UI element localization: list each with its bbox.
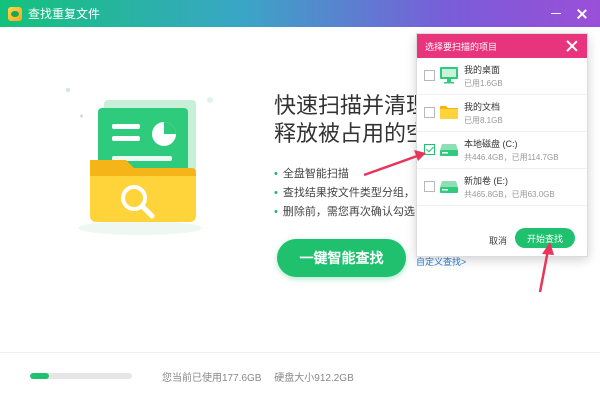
scan-item-drive-c[interactable]: 本地磁盘 (C:) 共446.4GB，已用114.7GB	[417, 132, 587, 169]
close-button[interactable]	[570, 0, 594, 27]
checkbox[interactable]	[424, 181, 435, 192]
feature-list: 全盘智能扫描 查找结果按文件类型分组， 删除前，需您再次确认勾选	[274, 165, 415, 222]
scan-item-documents[interactable]: 我的文档 已用8.1GB	[417, 95, 587, 132]
item-name: 本地磁盘 (C:)	[464, 139, 518, 149]
dialog-footer: 取消 开始查找	[417, 224, 587, 256]
start-scan-button[interactable]: 开始查找	[515, 228, 575, 248]
feature-item: 删除前，需您再次确认勾选	[274, 203, 415, 222]
checkbox[interactable]	[424, 107, 435, 118]
minimize-icon	[551, 13, 561, 14]
dialog-title: 选择要扫描的项目	[425, 41, 498, 52]
checkbox[interactable]	[424, 70, 435, 81]
item-name: 新加卷 (E:)	[464, 176, 508, 186]
disk-info: 您当前已使用177.6GB 硬盘大小912.2GB	[162, 369, 364, 384]
feature-item: 全盘智能扫描	[274, 165, 415, 184]
cancel-button[interactable]: 取消	[489, 234, 507, 247]
scan-target-dialog: 选择要扫描的项目 我的桌面 已用1.6GB 我的文档 已用8.1GB 本地磁盘 …	[416, 33, 588, 257]
window-title: 查找重复文件	[28, 7, 101, 21]
item-usage: 共465.8GB，已用63.0GB	[464, 190, 555, 199]
used-space-text: 您当前已使用177.6GB	[162, 373, 262, 384]
folder-search-illustration	[66, 88, 213, 235]
disk-usage-fill	[30, 373, 50, 379]
disk-size-text: 硬盘大小912.2GB	[274, 373, 354, 384]
dialog-close-icon[interactable]	[566, 40, 578, 52]
item-name: 我的文档	[464, 102, 501, 112]
item-usage: 共446.4GB，已用114.7GB	[464, 153, 559, 162]
title-bar: 查找重复文件	[0, 0, 600, 27]
checkbox-checked[interactable]	[424, 144, 435, 155]
smart-scan-button[interactable]: 一键智能查找	[277, 239, 406, 277]
hard-drive-icon	[440, 144, 458, 156]
item-usage: 已用8.1GB	[464, 116, 503, 125]
item-usage: 已用1.6GB	[464, 79, 503, 88]
app-logo-icon	[8, 6, 22, 21]
scan-item-desktop[interactable]: 我的桌面 已用1.6GB	[417, 58, 587, 95]
hard-drive-icon	[440, 181, 458, 193]
disk-usage-bar	[30, 373, 132, 379]
feature-item: 查找结果按文件类型分组，	[274, 184, 415, 203]
close-icon	[577, 9, 587, 19]
dialog-header: 选择要扫描的项目	[417, 34, 587, 58]
footer-divider	[0, 352, 600, 353]
item-name: 我的桌面	[464, 65, 501, 75]
scan-item-drive-e[interactable]: 新加卷 (E:) 共465.8GB，已用63.0GB	[417, 169, 587, 206]
minimize-button[interactable]	[544, 0, 568, 27]
folder-icon	[440, 106, 458, 119]
desktop-monitor-icon	[440, 67, 458, 84]
